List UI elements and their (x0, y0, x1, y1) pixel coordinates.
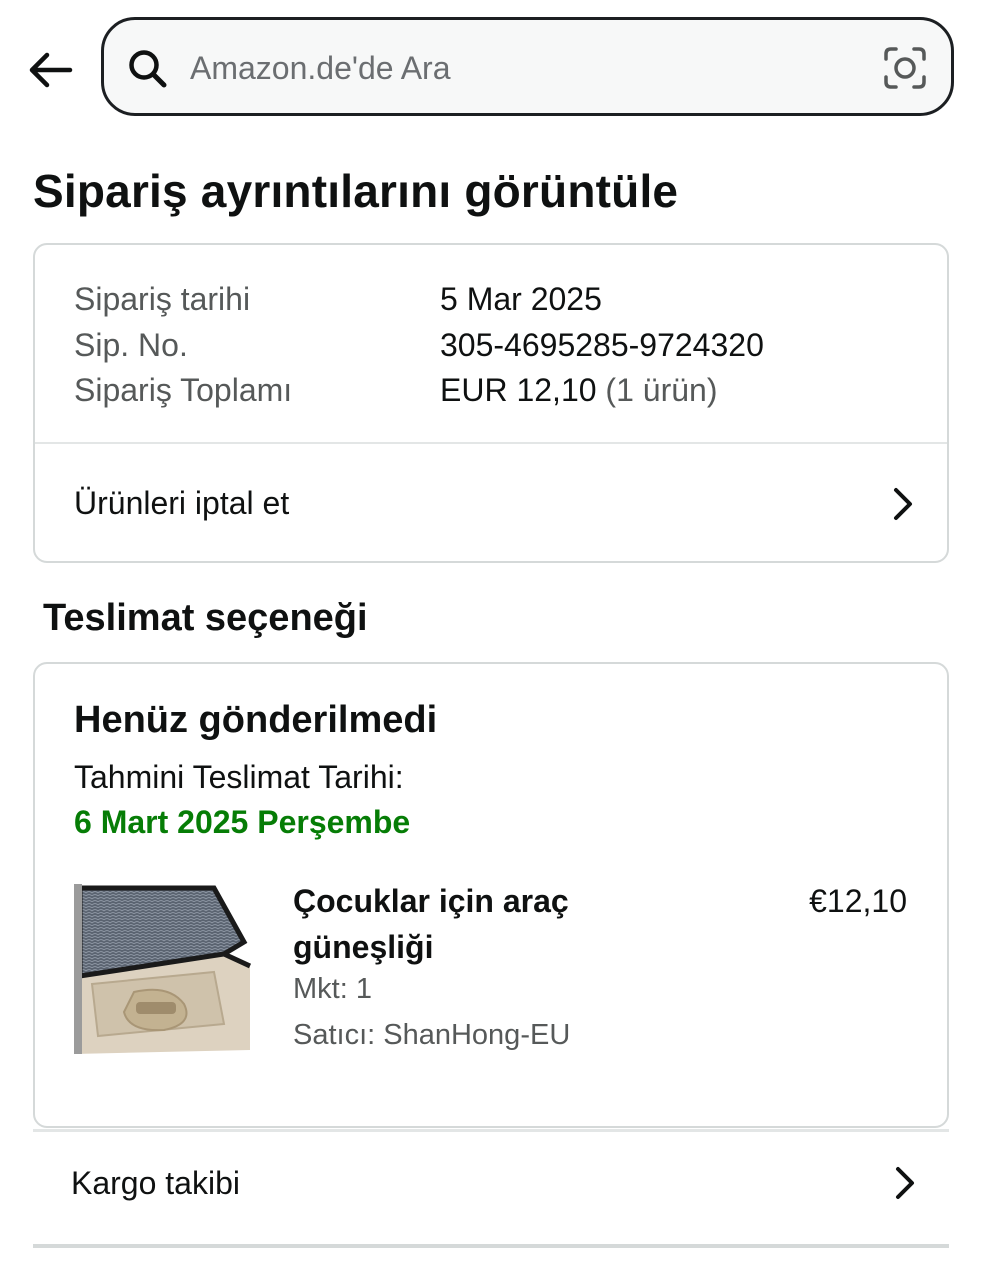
order-summary-rows: Sipariş tarihi 5 Mar 2025 Sip. No. 305-4… (74, 277, 764, 414)
divider (33, 1244, 949, 1248)
shipment-status: Henüz gönderilmedi (74, 699, 438, 741)
header-bar (0, 0, 982, 130)
cancel-items-label: Ürünleri iptal et (74, 485, 290, 521)
track-package-button[interactable]: Kargo takibi (33, 1132, 949, 1234)
arrow-left-icon (29, 52, 73, 88)
product-price: €12,10 (809, 883, 907, 919)
order-date-label: Sipariş tarihi (74, 281, 251, 318)
order-date-row: Sipariş tarihi 5 Mar 2025 (74, 277, 764, 323)
order-summary-card: Sipariş tarihi 5 Mar 2025 Sip. No. 305-4… (33, 243, 949, 563)
order-number-value: 305-4695285-9724320 (440, 326, 764, 363)
order-total-row: Sipariş Toplamı EUR 12,10 (1 ürün) (74, 368, 764, 414)
search-bar[interactable] (101, 17, 954, 116)
search-icon (129, 50, 167, 88)
back-button[interactable] (24, 44, 76, 96)
page-title: Sipariş ayrıntılarını görüntüle (33, 165, 679, 217)
order-number-row: Sip. No. 305-4695285-9724320 (74, 323, 764, 369)
order-total-label: Sipariş Toplamı (74, 372, 293, 409)
order-number-label: Sip. No. (74, 326, 188, 363)
car-window-sunshade-image[interactable] (74, 884, 252, 1054)
delivery-section-title: Teslimat seçeneği (43, 597, 368, 639)
product-title-link[interactable]: Çocuklar için araç güneşliği (293, 878, 623, 970)
camera-lens-icon[interactable] (881, 44, 929, 92)
product-quantity: Mkt: 1 (293, 973, 372, 1005)
cancel-items-button[interactable]: Ürünleri iptal et (35, 444, 947, 563)
order-date-value: 5 Mar 2025 (440, 281, 602, 318)
delivery-card: Henüz gönderilmedi Tahmini Teslimat Tari… (33, 662, 949, 1128)
order-total-value: EUR 12,10 (1 ürün) (440, 372, 717, 409)
chevron-right-icon (896, 1167, 914, 1199)
search-input[interactable] (190, 40, 850, 96)
estimated-delivery-date: 6 Mart 2025 Perşembe (74, 804, 411, 840)
estimated-delivery-label: Tahmini Teslimat Tarihi: (74, 759, 404, 795)
order-item-count: (1 ürün) (605, 372, 718, 409)
track-package-label: Kargo takibi (71, 1164, 240, 1201)
chevron-right-icon (894, 487, 912, 520)
order-total-amount: EUR 12,10 (440, 372, 597, 409)
product-seller: Satıcı: ShanHong-EU (293, 1019, 571, 1051)
